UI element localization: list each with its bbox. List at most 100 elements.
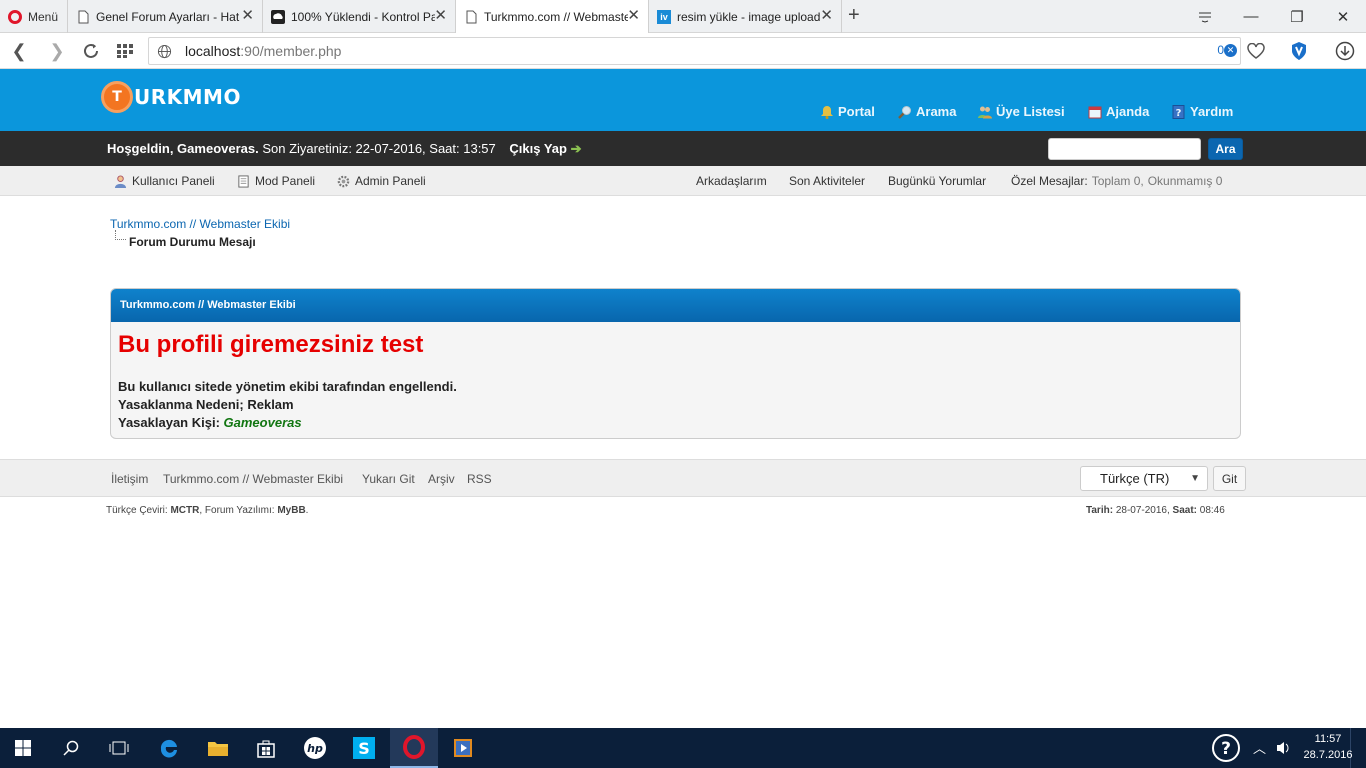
close-window-icon[interactable]: ✕ [1320, 0, 1366, 33]
language-select[interactable]: Türkçe (TR) ▼ [1080, 466, 1208, 491]
tab-menu-icon[interactable] [1182, 0, 1228, 33]
clock-time: 11:57 [1314, 733, 1342, 745]
logout-arrow-icon: ➔ [570, 141, 582, 156]
media-player-icon[interactable] [440, 728, 486, 768]
panel-label: Mod Paneli [255, 174, 316, 188]
nav-label: Arama [916, 104, 957, 119]
browser-tab-bar: Menü Genel Forum Ayarları - Hat ✕ 100% Y… [0, 0, 1366, 34]
back-arrow-icon[interactable]: ❮ [6, 38, 32, 64]
todays-posts-link[interactable]: Bugünkü Yorumlar [888, 174, 986, 188]
panel-bar: Kullanıcı Paneli Mod Paneli Admin Paneli… [0, 166, 1366, 196]
speaker-icon[interactable] [1276, 740, 1292, 759]
help-icon: ? [1172, 104, 1185, 119]
recent-activity-link[interactable]: Son Aktiviteler [789, 174, 865, 188]
browser-tab[interactable]: iv resim yükle - image upload ✕ [649, 0, 842, 33]
restore-icon[interactable]: ❐ [1274, 0, 1320, 33]
globe-icon [157, 44, 172, 59]
tab-title: Turkmmo.com // Webmaster [484, 10, 628, 24]
pm-label: Özel Mesajlar: [1011, 174, 1088, 188]
calendar-icon [1088, 106, 1102, 118]
browser-tab-active[interactable]: Turkmmo.com // Webmaster ✕ [456, 0, 649, 34]
browser-tab[interactable]: 100% Yüklendi - Kontrol Pa ✕ [263, 0, 456, 33]
menu-label: Menü [28, 9, 59, 24]
private-messages[interactable]: Özel Mesajlar: Toplam 0, Okunmamış 0 [1011, 174, 1222, 188]
iv-icon: iv [657, 9, 671, 24]
browser-tab[interactable]: Genel Forum Ayarları - Hat ✕ [68, 0, 263, 33]
footer-datetime: Tarih: 28-07-2016, Saat: 08:46 [1086, 505, 1225, 516]
close-tab-icon[interactable]: ✕ [820, 8, 833, 23]
mctr-link[interactable]: MCTR [170, 505, 199, 516]
status-message-box: Turkmmo.com // Webmaster Ekibi Bu profil… [110, 288, 1241, 439]
footer-top-link[interactable]: Yukarı Git [362, 472, 415, 486]
page-icon [466, 10, 477, 24]
site-logo[interactable]: T URKMMO [101, 80, 241, 114]
task-view-icon[interactable] [96, 728, 142, 768]
address-bar-row: ❮ ❯ localhost:90/member.php 0 ✕ [0, 33, 1366, 69]
adblock-count: 0 [1217, 43, 1224, 57]
search-button[interactable]: Ara [1208, 138, 1243, 160]
adblock-icon[interactable]: ✕ [1224, 44, 1237, 57]
windows-start-icon[interactable] [0, 728, 46, 768]
nav-ajanda[interactable]: Ajanda [1088, 104, 1149, 119]
ban-reason: Yasaklanma Nedeni; Reklam [118, 397, 294, 412]
gear-icon [337, 175, 350, 187]
welcome-bar: Hoşgeldin, Gameoveras. Son Ziyaretiniz: … [0, 131, 1366, 166]
banned-by-user-link[interactable]: Gameoveras [224, 415, 302, 430]
welcome-greeting: Hoşgeldin, Gameoveras. [107, 141, 259, 156]
edge-icon[interactable] [146, 728, 192, 768]
hp-icon[interactable]: hp [292, 728, 338, 768]
vpn-shield-icon[interactable] [1286, 38, 1312, 64]
credits-text: Türkçe Çeviri: [106, 505, 171, 516]
url-path: :90/member.php [240, 43, 342, 59]
credits-text: . [305, 505, 309, 516]
breadcrumb-root-link[interactable]: Turkmmo.com // Webmaster Ekibi [110, 217, 290, 231]
footer-archive-link[interactable]: Arşiv [428, 472, 455, 486]
taskbar-clock[interactable]: 11:57 28.7.2016 [1298, 731, 1358, 763]
download-icon[interactable] [1332, 38, 1358, 64]
help-tray-icon[interactable]: ? [1203, 728, 1249, 768]
url-host: localhost [185, 43, 241, 59]
logout-link[interactable]: Çıkış Yap [509, 141, 567, 156]
nav-portal[interactable]: Portal [820, 104, 875, 119]
close-tab-icon[interactable]: ✕ [434, 8, 447, 23]
message-title: Bu profili giremezsiniz test [118, 331, 424, 358]
search-input[interactable] [1048, 138, 1201, 160]
skype-icon[interactable]: S [341, 728, 387, 768]
minimize-icon[interactable]: — [1228, 0, 1274, 33]
forward-arrow-icon[interactable]: ❯ [44, 38, 70, 64]
heart-bookmark-icon[interactable] [1243, 38, 1269, 64]
opera-menu-button[interactable]: Menü [0, 0, 68, 33]
close-tab-icon[interactable]: ✕ [241, 8, 254, 23]
pm-total: Toplam 0, [1091, 174, 1144, 188]
mybb-link[interactable]: MyBB [277, 505, 305, 516]
message-box-header: Turkmmo.com // Webmaster Ekibi [111, 289, 1240, 322]
nav-uye-listesi[interactable]: Üye Listesi [978, 104, 1065, 119]
footer-contact-link[interactable]: İletişim [111, 472, 148, 486]
friends-link[interactable]: Arkadaşlarım [696, 174, 767, 188]
chevron-down-icon: ▼ [1190, 473, 1200, 484]
nav-label: Portal [838, 104, 875, 119]
tray-chevron-up-icon[interactable]: ︿ [1253, 738, 1266, 757]
store-icon[interactable] [243, 728, 289, 768]
opera-taskbar-icon[interactable] [390, 728, 438, 768]
admin-cp-link[interactable]: Admin Paneli [337, 174, 426, 188]
user-cp-link[interactable]: Kullanıcı Paneli [114, 174, 215, 188]
footer-home-link[interactable]: Turkmmo.com // Webmaster Ekibi [163, 472, 343, 486]
footer-rss-link[interactable]: RSS [467, 472, 492, 486]
search-icon[interactable] [48, 728, 94, 768]
url-input[interactable]: localhost:90/member.php 0 ✕ [148, 37, 1241, 65]
banned-by: Yasaklayan Kişi: Gameoveras [118, 415, 302, 430]
reload-icon[interactable] [78, 38, 104, 64]
tab-title: resim yükle - image upload [677, 9, 821, 24]
language-go-button[interactable]: Git [1213, 466, 1246, 491]
upload-icon [271, 9, 285, 24]
mod-cp-link[interactable]: Mod Paneli [237, 174, 315, 188]
new-tab-icon[interactable]: + [848, 4, 860, 27]
language-value: Türkçe (TR) [1100, 471, 1170, 486]
nav-yardim[interactable]: ? Yardım [1172, 104, 1233, 119]
nav-arama[interactable]: Arama [898, 104, 956, 119]
close-tab-icon[interactable]: ✕ [627, 8, 640, 23]
file-explorer-icon[interactable] [195, 728, 241, 768]
users-icon [978, 106, 992, 118]
speed-dial-grid-icon[interactable] [112, 38, 138, 64]
